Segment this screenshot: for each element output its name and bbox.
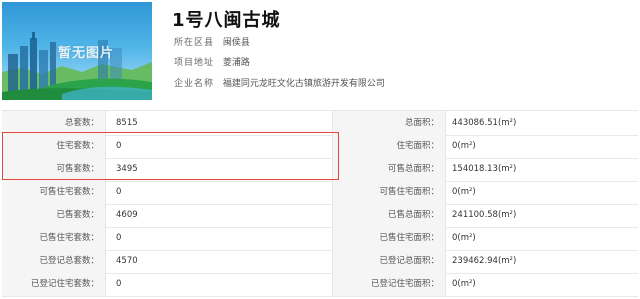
stat-label: 已登记总套数： xyxy=(2,249,106,273)
table-row: 已登记住宅套数： 0 已登记住宅面积： 0(m²) xyxy=(2,272,638,297)
stat-value: 0(m²) xyxy=(452,141,476,151)
project-title: 1号八闽古城 xyxy=(172,10,281,31)
info-label: 项目地址 xyxy=(174,58,215,68)
stat-value: 0 xyxy=(116,233,122,243)
info-row-company: 企业名称 福建同元龙旺文化古镇旅游开发有限公司 xyxy=(174,78,385,90)
stat-value: 239462.94(m²) xyxy=(452,256,517,266)
table-row: 已售住宅套数： 0 已售住宅面积： 0(m²) xyxy=(2,226,638,251)
info-value: 福建同元龙旺文化古镇旅游开发有限公司 xyxy=(222,79,385,89)
info-value: 闽侯县 xyxy=(222,38,250,48)
stat-value: 0(m²) xyxy=(452,279,476,289)
stat-value: 4609 xyxy=(116,210,138,220)
table-row: 已售套数： 4609 已售总面积： 241100.58(m²) xyxy=(2,203,638,228)
info-row-address: 项目地址 菱浦路 xyxy=(174,57,250,69)
table-row: 可售住宅套数： 0 可售住宅面积： 0(m²) xyxy=(2,180,638,205)
project-header: 暂无图片 1号八闽古城 所在区县 闽侯县 项目地址 菱浦路 企业名称 福建同元龙… xyxy=(0,0,640,102)
stat-value: 154018.13(m²) xyxy=(452,164,517,174)
stat-label: 已登记总面积： xyxy=(332,249,446,273)
thumbnail-placeholder-label: 暂无图片 xyxy=(58,46,115,61)
stat-label: 已售总面积： xyxy=(332,203,446,227)
info-label: 所在区县 xyxy=(174,38,215,48)
stat-label: 可售总面积： xyxy=(332,157,446,181)
stat-label: 已售住宅面积： xyxy=(332,226,446,250)
table-row: 已登记总套数： 4570 已登记总面积： 239462.94(m²) xyxy=(2,249,638,274)
stat-label: 已售套数： xyxy=(2,203,106,227)
stat-value: 0(m²) xyxy=(452,187,476,197)
info-value: 菱浦路 xyxy=(222,58,250,68)
stat-label: 已登记住宅套数： xyxy=(2,272,106,296)
stat-label: 住宅面积： xyxy=(332,134,446,158)
stat-label: 可售住宅面积： xyxy=(332,180,446,204)
stat-value: 443086.51(m²) xyxy=(452,118,517,128)
info-row-district: 所在区县 闽侯县 xyxy=(174,37,250,49)
stat-value: 4570 xyxy=(116,256,138,266)
stats-table: 总套数： 8515 总面积： 443086.51(m²) 住宅套数： 0 住宅面… xyxy=(2,110,638,297)
stat-label: 总面积： xyxy=(332,111,446,135)
project-thumbnail: 暂无图片 xyxy=(2,2,152,100)
stat-value: 0(m²) xyxy=(452,233,476,243)
stat-value: 0 xyxy=(116,187,122,197)
stat-label: 可售住宅套数： xyxy=(2,180,106,204)
highlight-box xyxy=(2,132,339,180)
stat-label: 已登记住宅面积： xyxy=(332,272,446,296)
info-label: 企业名称 xyxy=(174,79,215,89)
stat-label: 已售住宅套数： xyxy=(2,226,106,250)
stat-value: 0 xyxy=(116,279,122,289)
stat-value: 241100.58(m²) xyxy=(452,210,517,220)
